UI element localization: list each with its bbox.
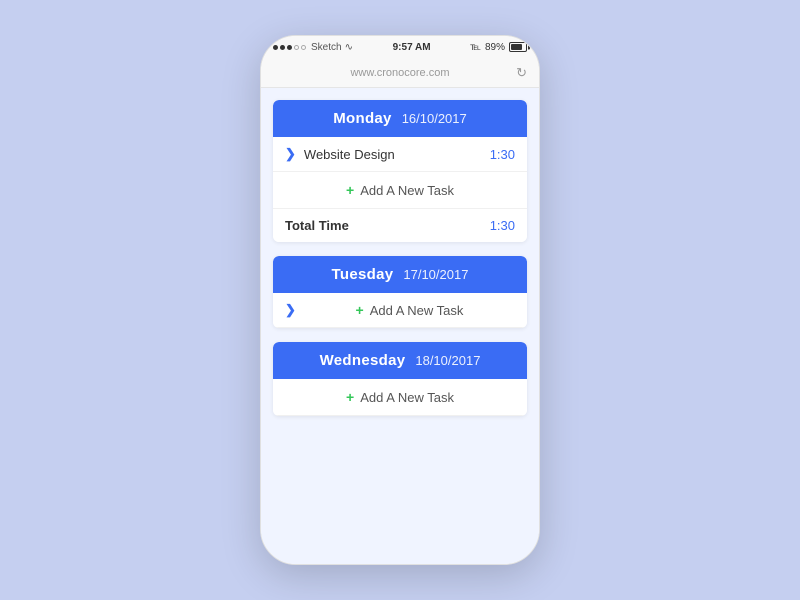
battery-fill bbox=[511, 44, 522, 50]
total-time-monday: 1:30 bbox=[490, 218, 515, 233]
day-name-wednesday: Wednesday bbox=[320, 352, 406, 369]
add-icon-tuesday: + bbox=[356, 302, 364, 318]
total-label-monday: Total Time bbox=[285, 218, 490, 233]
bluetooth-icon: ℡ bbox=[470, 42, 481, 53]
day-name-tuesday: Tuesday bbox=[332, 266, 394, 283]
add-task-tuesday[interactable]: + Add A New Task bbox=[304, 302, 515, 318]
day-header-tuesday: Tuesday 17/10/2017 bbox=[273, 256, 527, 293]
add-task-monday[interactable]: + Add A New Task bbox=[273, 172, 527, 209]
day-block-wednesday: Wednesday 18/10/2017 + Add A New Task bbox=[273, 342, 527, 416]
dot-2 bbox=[280, 45, 285, 50]
status-left: Sketch ∿ bbox=[273, 42, 353, 53]
total-row-monday: Total Time 1:30 bbox=[273, 209, 527, 242]
status-right: ℡ 89% bbox=[470, 42, 527, 53]
carrier-label: Sketch bbox=[311, 42, 342, 53]
signal-dots bbox=[273, 45, 306, 50]
chevron-icon: ❯ bbox=[285, 146, 296, 162]
add-task-wednesday[interactable]: + Add A New Task bbox=[273, 379, 527, 416]
status-bar: Sketch ∿ 9:57 AM ℡ 89% bbox=[261, 36, 539, 58]
tuesday-empty-row[interactable]: ❯ + Add A New Task bbox=[273, 293, 527, 328]
day-name-monday: Monday bbox=[333, 110, 391, 127]
add-icon-wednesday: + bbox=[346, 389, 354, 405]
day-header-wednesday: Wednesday 18/10/2017 bbox=[273, 342, 527, 379]
task-name-website-design: Website Design bbox=[304, 147, 490, 162]
battery-pct: 89% bbox=[485, 42, 505, 53]
phone-frame: Sketch ∿ 9:57 AM ℡ 89% www.cronocore.com… bbox=[260, 35, 540, 565]
add-label-tuesday: Add A New Task bbox=[370, 303, 464, 318]
url-bar[interactable]: www.cronocore.com ↻ bbox=[261, 58, 539, 88]
task-row-website-design[interactable]: ❯ Website Design 1:30 bbox=[273, 137, 527, 172]
chevron-icon-tuesday: ❯ bbox=[285, 302, 296, 318]
add-label-monday: Add A New Task bbox=[360, 183, 454, 198]
battery-icon bbox=[509, 42, 527, 52]
day-block-monday: Monday 16/10/2017 ❯ Website Design 1:30 … bbox=[273, 100, 527, 242]
day-block-tuesday: Tuesday 17/10/2017 ❯ + Add A New Task bbox=[273, 256, 527, 328]
dot-5 bbox=[301, 45, 306, 50]
status-time: 9:57 AM bbox=[393, 42, 431, 53]
phone-content[interactable]: Monday 16/10/2017 ❯ Website Design 1:30 … bbox=[261, 88, 539, 564]
dot-4 bbox=[294, 45, 299, 50]
day-date-tuesday: 17/10/2017 bbox=[403, 267, 468, 282]
day-date-monday: 16/10/2017 bbox=[402, 111, 467, 126]
task-time-website-design: 1:30 bbox=[490, 147, 515, 162]
day-header-monday: Monday 16/10/2017 bbox=[273, 100, 527, 137]
add-label-wednesday: Add A New Task bbox=[360, 390, 454, 405]
dot-3 bbox=[287, 45, 292, 50]
url-text: www.cronocore.com bbox=[350, 67, 449, 79]
day-date-wednesday: 18/10/2017 bbox=[415, 353, 480, 368]
reload-icon[interactable]: ↻ bbox=[516, 65, 527, 81]
add-icon-monday: + bbox=[346, 182, 354, 198]
dot-1 bbox=[273, 45, 278, 50]
wifi-icon: ∿ bbox=[345, 42, 353, 53]
